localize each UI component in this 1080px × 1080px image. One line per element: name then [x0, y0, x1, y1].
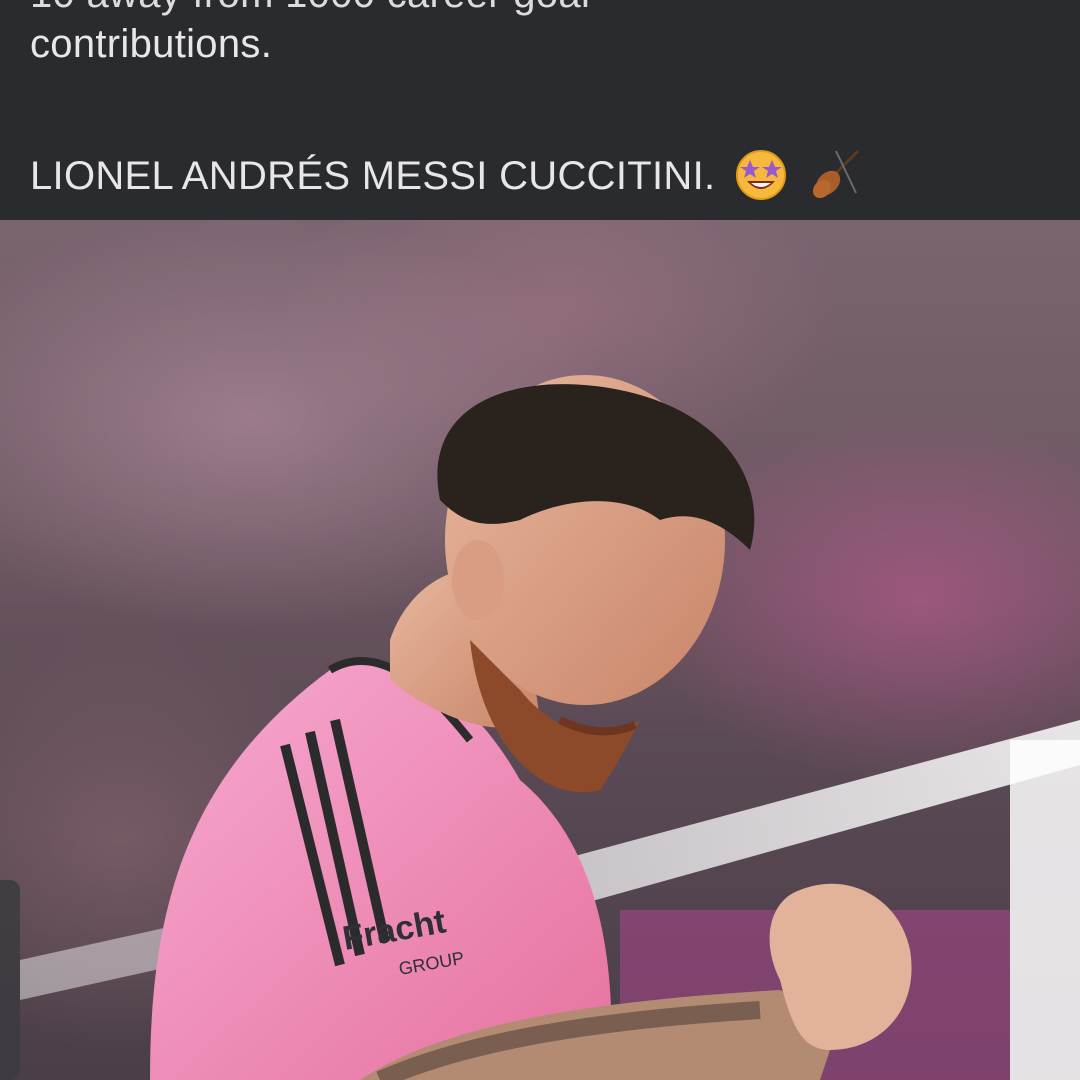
- post-text-line-name: LIONEL ANDRÉS MESSI CUCCITINI.: [30, 145, 862, 201]
- post-text-block: 10 away from 1000 career goal contributi…: [0, 0, 1080, 220]
- player-full-name: LIONEL ANDRÉS MESSI CUCCITINI.: [30, 154, 716, 198]
- post-text-clipped-line: 10 away from 1000 career goal: [30, 0, 590, 18]
- star-struck-emoji-icon: [735, 150, 786, 200]
- post-text-line-contributions: contributions.: [30, 22, 273, 66]
- post-photo[interactable]: Fracht GROUP: [0, 220, 1080, 1080]
- player-celebration-image: Fracht GROUP: [20, 375, 1080, 1080]
- edge-scroll-handle[interactable]: [0, 880, 20, 1080]
- violin-emoji-icon: [813, 149, 860, 199]
